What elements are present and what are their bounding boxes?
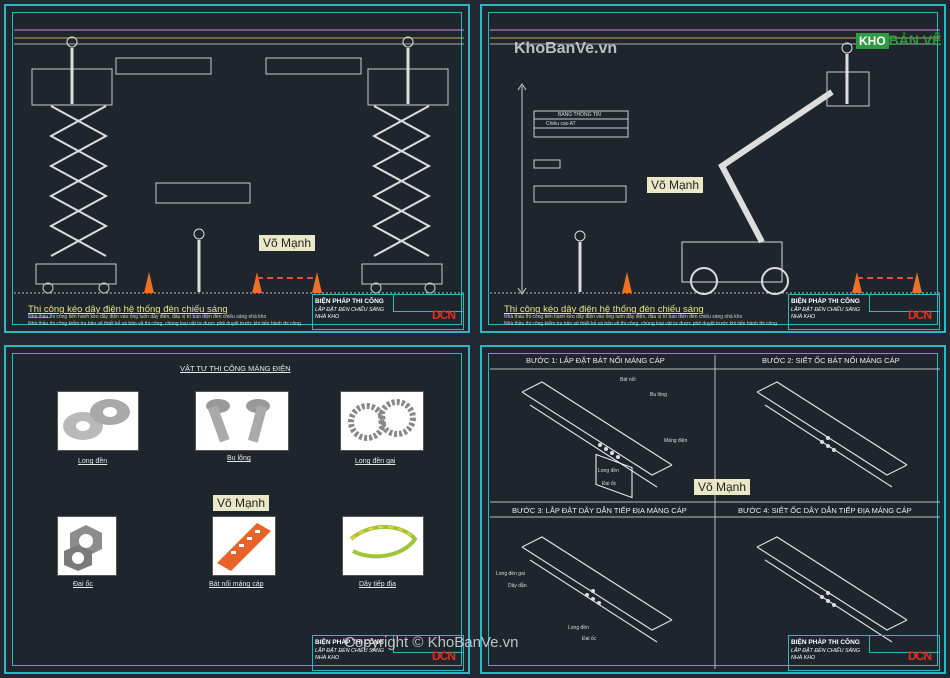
step-1-title: BƯỚC 1: LẮP ĐẶT BÁT NỐI MÁNG CÁP bbox=[526, 356, 665, 365]
sheet-install-steps: BƯỚC 1: LẮP ĐẶT BÁT NỐI MÁNG CÁP BƯỚC 2:… bbox=[480, 345, 946, 674]
title-block: BIỆN PHÁP THI CÔNG LẮP ĐẶT ĐÈN CHIẾU SÁN… bbox=[788, 635, 940, 671]
bolt-icon bbox=[206, 399, 270, 443]
tray-joint-photo bbox=[212, 516, 276, 576]
watermark-label: Võ Mạnh bbox=[213, 495, 270, 511]
watermark-label: Võ Mạnh bbox=[647, 177, 704, 193]
khobanve-logo: KHO BẢN VẼ bbox=[856, 32, 942, 50]
star-washer-photo bbox=[340, 391, 424, 451]
watermark-label: Võ Mạnh bbox=[259, 235, 316, 251]
dcn-logo: DCN bbox=[432, 308, 456, 322]
ground-wire-icon bbox=[349, 524, 418, 559]
label-dai-oc: Đai ốc bbox=[602, 481, 617, 487]
star-washer-icon bbox=[348, 399, 416, 441]
site-watermark: KhoBanVe.vn bbox=[514, 40, 618, 57]
label-mang-dien: Máng điện bbox=[664, 438, 688, 444]
note-2: Nhà thầu thi công kiểm tra bản vẽ thiết … bbox=[504, 321, 777, 327]
step-3-title: BƯỚC 3: LẮP ĐẶT DÂY DẪN TIẾP ĐỊA MÁNG CÁ… bbox=[512, 506, 687, 515]
note-2: Nhà thầu thi công kiểm tra bản vẽ thiết … bbox=[28, 321, 301, 327]
copyright-watermark: Copyright © KhoBanVe.vn bbox=[344, 634, 519, 651]
dcn-logo: DCN bbox=[432, 649, 456, 663]
title-block: BIỆN PHÁP THI CÔNG LẮP ĐẶT ĐÈN CHIẾU SÁN… bbox=[788, 294, 940, 330]
sheet-lighting-boom-lift: BẢNG THÔNG TIN Chiều cao AT Võ Mạnh Thi … bbox=[480, 4, 946, 333]
item-caption-washer: Long đền bbox=[78, 458, 108, 465]
washer-photo bbox=[57, 391, 139, 451]
info-table-title: BẢNG THÔNG TIN bbox=[558, 112, 601, 118]
label-long-den-gai: Long đền gai bbox=[496, 571, 525, 577]
item-caption-star-washer: Long đền gai bbox=[355, 458, 396, 465]
label-long-den: Long đền bbox=[598, 468, 619, 474]
bolt-photo bbox=[195, 391, 289, 451]
materials-title: VẬT TƯ THI CÔNG MÁNG ĐIỆN bbox=[180, 364, 291, 373]
item-caption-tray-joint: Bát nối máng cáp bbox=[209, 581, 264, 588]
step-2-title: BƯỚC 2: SIẾT ỐC BÁT NỐI MÁNG CÁP bbox=[762, 356, 900, 365]
label-day-dan: Dây dẫn bbox=[508, 583, 527, 589]
dcn-logo: DCN bbox=[908, 308, 932, 322]
nut-icon bbox=[64, 525, 102, 571]
dcn-logo: DCN bbox=[908, 649, 932, 663]
label-bu-long: Bu lông bbox=[650, 392, 667, 398]
sheet-lighting-scissor-lift: Võ Mạnh Thi công kéo dây điện hệ thống đ… bbox=[4, 4, 470, 333]
item-caption-ground-wire: Dây tiếp địa bbox=[359, 581, 396, 588]
watermark-label: Võ Mạnh bbox=[694, 479, 751, 495]
note-1: Nhà thầu thi công tiến hành kéo dây điện… bbox=[504, 314, 743, 320]
item-caption-bolt: Bu lông bbox=[227, 455, 251, 462]
tray-joint-icon bbox=[217, 523, 271, 571]
label-dai-oc: Đai ốc bbox=[582, 636, 597, 642]
label-long-den: Long đền bbox=[568, 625, 589, 631]
title-block: BIỆN PHÁP THI CÔNG LẮP ĐẶT ĐÈN CHIẾU SÁN… bbox=[312, 294, 464, 330]
scissor-lift-drawing bbox=[14, 29, 464, 294]
note-1: Nhà thầu thi công tiến hành kéo dây điện… bbox=[28, 314, 267, 320]
sheet-materials: VẬT TƯ THI CÔNG MÁNG ĐIỆN Long đền Bu lô… bbox=[4, 345, 470, 674]
nut-photo bbox=[57, 516, 117, 576]
washer-icon bbox=[63, 399, 130, 440]
item-caption-nut: Đai ốc bbox=[73, 581, 93, 588]
label-bat-noi: Bát nối bbox=[620, 377, 636, 383]
ground-wire-photo bbox=[342, 516, 424, 576]
step-4-title: BƯỚC 4: SIẾT ỐC DÂY DẪN TIẾP ĐỊA MÁNG CÁ… bbox=[738, 506, 912, 515]
info-table-row: Chiều cao AT bbox=[546, 121, 576, 127]
